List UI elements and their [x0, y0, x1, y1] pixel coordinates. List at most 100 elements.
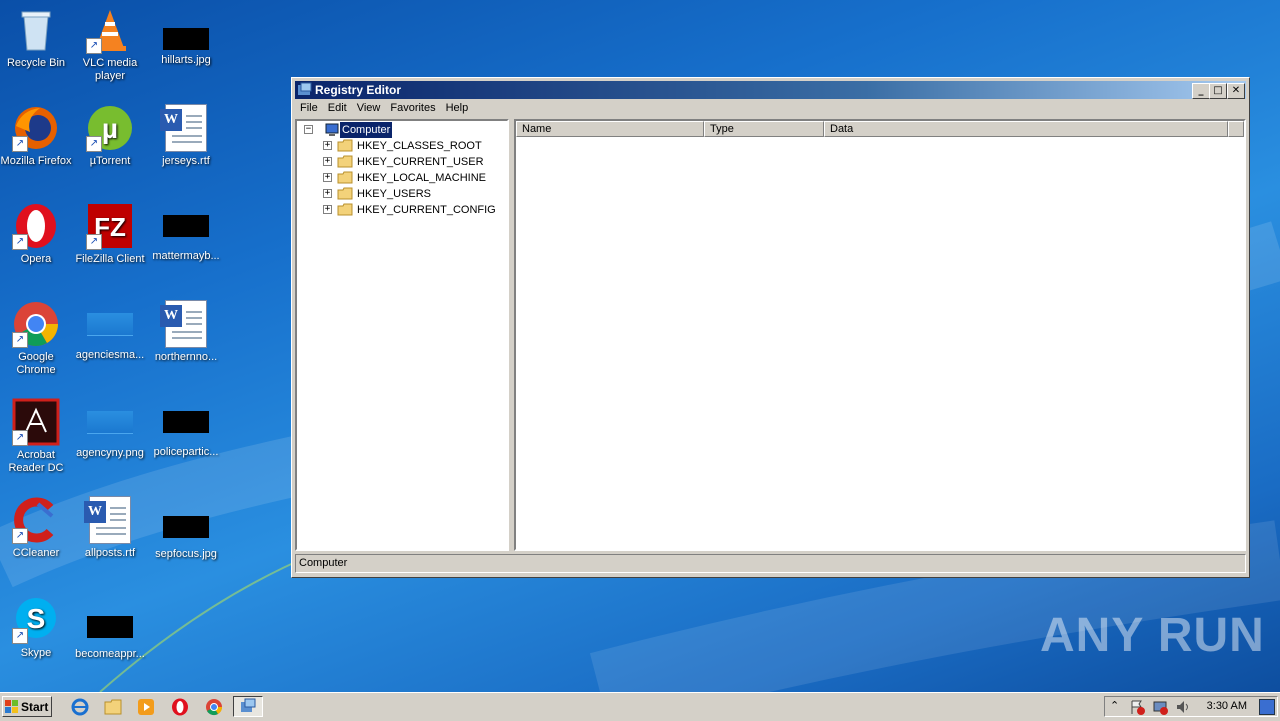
utorrent-icon: µ ↗: [86, 104, 134, 152]
network-icon[interactable]: [1152, 699, 1168, 715]
shortcut-arrow-icon: ↗: [12, 430, 28, 446]
desktop-icon-utorrent[interactable]: µ ↗ µTorrent: [72, 104, 148, 168]
media-player-icon[interactable]: [137, 698, 155, 716]
menu-edit[interactable]: Edit: [323, 100, 352, 116]
image-thumbnail-icon: [87, 313, 133, 336]
regedit-icon: [241, 698, 256, 712]
expand-toggle-icon[interactable]: +: [323, 173, 332, 182]
column-header-filler: [1228, 121, 1244, 137]
maximize-button[interactable]: □: [1209, 83, 1227, 99]
menu-file[interactable]: File: [295, 100, 323, 116]
desktop-icon-filezilla[interactable]: FZ ↗ FileZilla Client: [72, 202, 148, 266]
values-list[interactable]: Name Type Data: [514, 119, 1246, 551]
vlc-cone-icon: ↗: [86, 6, 134, 54]
expand-toggle-icon[interactable]: +: [323, 205, 332, 214]
image-thumbnail-icon: [163, 28, 209, 50]
shortcut-arrow-icon: ↗: [12, 136, 28, 152]
word-document-icon: W: [84, 496, 131, 544]
chrome-taskbar-icon[interactable]: [205, 698, 223, 716]
taskbar-regedit-button[interactable]: [233, 696, 263, 717]
desktop-icon-agencyny[interactable]: agencyny.png: [72, 398, 148, 460]
desktop-icon-acrobat[interactable]: ↗ Acrobat Reader DC: [0, 398, 74, 475]
desktop-icon-becomeappr[interactable]: becomeappr...: [72, 596, 148, 661]
shortcut-arrow-icon: ↗: [86, 234, 102, 250]
menu-view[interactable]: View: [352, 100, 386, 116]
anyrun-watermark: ANY RUN: [1040, 609, 1265, 662]
image-thumbnail-icon: [163, 411, 209, 433]
internet-explorer-icon[interactable]: [71, 698, 89, 716]
svg-text:µ: µ: [102, 113, 118, 144]
ccleaner-icon: ↗: [12, 496, 60, 544]
action-center-flag-icon[interactable]: [1129, 699, 1145, 715]
status-bar: Computer: [295, 554, 1246, 573]
computer-icon: [325, 123, 339, 136]
expand-toggle-icon[interactable]: +: [323, 157, 332, 166]
title-bar[interactable]: Registry Editor _ □ ✕: [295, 81, 1246, 99]
desktop-icon-skype[interactable]: S ↗ Skype: [0, 596, 74, 660]
volume-icon[interactable]: [1175, 699, 1191, 715]
registry-tree[interactable]: − Computer + HKEY_CLASSES_ROOT + HKEY_CU…: [295, 119, 509, 551]
desktop-icon-northernno[interactable]: W northernno...: [148, 300, 224, 364]
shortcut-arrow-icon: ↗: [86, 38, 102, 54]
desktop-icon-policepartic[interactable]: policepartic...: [148, 398, 224, 459]
image-thumbnail-icon: [87, 616, 133, 638]
menu-favorites[interactable]: Favorites: [385, 100, 440, 116]
menu-bar: File Edit View Favorites Help: [295, 100, 1246, 118]
svg-text:S: S: [27, 603, 46, 634]
desktop-icon-vlc[interactable]: ↗ VLC media player: [72, 6, 148, 83]
image-thumbnail-icon: [87, 411, 133, 434]
desktop-icon-opera[interactable]: ↗ Opera: [0, 202, 74, 266]
show-desktop-button[interactable]: [1259, 699, 1275, 715]
folder-icon: [337, 155, 353, 168]
regedit-icon: [298, 82, 312, 95]
shortcut-arrow-icon: ↗: [86, 136, 102, 152]
column-header-name[interactable]: Name: [516, 121, 704, 137]
desktop-icon-chrome[interactable]: ↗ Google Chrome: [0, 300, 74, 377]
desktop-icon-mattermayb[interactable]: mattermayb...: [148, 202, 224, 263]
minimize-button[interactable]: _: [1192, 83, 1210, 99]
shortcut-arrow-icon: ↗: [12, 234, 28, 250]
system-tray: ⌃ 3:30 AM: [1104, 696, 1278, 717]
desktop-icon-recycle-bin[interactable]: Recycle Bin: [0, 6, 74, 70]
expand-toggle-icon[interactable]: +: [323, 141, 332, 150]
desktop-icon-firefox[interactable]: ↗ Mozilla Firefox: [0, 104, 74, 168]
desktop-icon-jerseys[interactable]: W jerseys.rtf: [148, 104, 224, 168]
column-header-data[interactable]: Data: [824, 121, 1228, 137]
shortcut-arrow-icon: ↗: [12, 332, 28, 348]
desktop-icon-agenciesma[interactable]: agenciesma...: [72, 300, 148, 362]
start-button[interactable]: Start: [2, 696, 52, 717]
opera-icon: ↗: [12, 202, 60, 250]
chrome-icon: ↗: [12, 300, 60, 348]
shortcut-arrow-icon: ↗: [12, 528, 28, 544]
desktop-icon-sepfocus[interactable]: sepfocus.jpg: [148, 496, 224, 561]
firefox-icon: ↗: [12, 104, 60, 152]
desktop-icon-ccleaner[interactable]: ↗ CCleaner: [0, 496, 74, 560]
show-hidden-icons-chevron-icon[interactable]: ⌃: [1110, 699, 1119, 712]
close-button[interactable]: ✕: [1227, 83, 1245, 99]
registry-editor-window[interactable]: Registry Editor _ □ ✕ File Edit View Favori…: [291, 77, 1250, 578]
collapse-toggle-icon[interactable]: −: [304, 125, 313, 134]
word-document-icon: W: [160, 300, 207, 348]
word-document-icon: W: [160, 104, 207, 152]
expand-toggle-icon[interactable]: +: [323, 189, 332, 198]
taskbar: Start ⌃ 3:30 AM: [0, 692, 1280, 721]
file-explorer-icon[interactable]: [104, 698, 122, 716]
recycle-bin-icon: [12, 6, 60, 54]
image-thumbnail-icon: [163, 516, 209, 538]
folder-icon: [337, 139, 353, 152]
menu-help[interactable]: Help: [441, 100, 474, 116]
filezilla-icon: FZ ↗: [86, 202, 134, 250]
folder-icon: [337, 187, 353, 200]
clock[interactable]: 3:30 AM: [1207, 700, 1247, 712]
desktop-icon-allposts[interactable]: W allposts.rtf: [72, 496, 148, 560]
shortcut-arrow-icon: ↗: [12, 628, 28, 644]
acrobat-reader-icon: ↗: [12, 398, 60, 446]
windows-logo-icon: [5, 700, 18, 713]
folder-icon: [337, 171, 353, 184]
skype-icon: S ↗: [12, 596, 60, 644]
opera-taskbar-icon[interactable]: [171, 698, 189, 716]
desktop-icon-hillarts[interactable]: hillarts.jpg: [148, 16, 224, 67]
column-header-type[interactable]: Type: [704, 121, 824, 137]
window-title: Registry Editor: [315, 83, 402, 97]
image-thumbnail-icon: [163, 215, 209, 237]
